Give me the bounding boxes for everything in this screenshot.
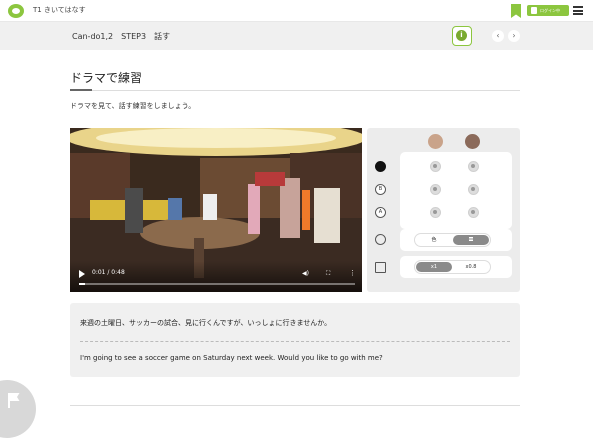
script-english: I'm going to see a soccer game on Saturd… [80,354,383,362]
video-player[interactable]: 0:01 / 0:48 ◀) ⛶ ⋮ [70,128,362,292]
more-options-icon[interactable]: ⋮ [349,269,356,277]
script-japanese: 来週の土曜日、サッカーの試合、見に行くんですが、いっしょに行きませんか。 [80,319,332,327]
bookmark-icon[interactable] [511,4,521,18]
timer-icon [375,234,386,245]
radio-b-b[interactable] [468,184,479,195]
avatar-speaker-a [428,134,443,149]
bottom-divider [70,405,520,406]
video-time: 0:01 / 0:48 [92,269,125,276]
speed-option-x1[interactable]: x1 [416,262,452,272]
subtitle-segment: 色 〓 [414,233,491,247]
radio-speaker-b[interactable] [468,161,479,172]
top-bar: T1 きいてはなす ログイン中 [0,0,593,22]
volume-icon[interactable]: ◀) [302,270,309,277]
play-icon[interactable] [79,270,85,278]
subtitle-toggle: 色 〓 [400,229,512,251]
next-button[interactable]: › [508,30,520,42]
flag-icon [8,393,20,408]
speed-option-x08[interactable]: x0.8 [453,262,489,272]
practice-panel: B A 色 〓 x1 x0.8 [367,128,520,292]
video-progress-bar[interactable] [79,283,355,285]
logo-icon[interactable] [8,4,24,18]
radio-a-b[interactable] [468,207,479,218]
breadcrumb: Can-do1,2 STEP3 話す [72,32,171,41]
info-button[interactable]: i [452,26,472,46]
user-button[interactable]: ログイン中 [527,5,569,16]
hamburger-menu-icon[interactable] [573,6,583,15]
fullscreen-icon[interactable]: ⛶ [326,270,330,278]
video-progress-fill [79,283,85,285]
instruction-text: ドラマを見て、話す練習をしましょう。 [70,102,196,110]
video-icon [375,262,386,273]
subtitle-option-1[interactable]: 色 [416,235,452,245]
role-selector [400,152,512,229]
page-title: ドラマで練習 [70,71,143,85]
b-icon: B [375,184,386,195]
speaker-icon [375,161,386,172]
breadcrumb-bar: Can-do1,2 STEP3 話す i ‹ › [0,22,593,50]
radio-speaker-a[interactable] [430,161,441,172]
script-divider [80,341,510,342]
app-title: T1 きいてはなす [33,6,86,14]
prev-button[interactable]: ‹ [492,30,504,42]
script-box: 来週の土曜日、サッカーの試合、見に行くんですが、いっしょに行きませんか。 I'm… [70,303,520,377]
flag-button[interactable] [0,380,36,438]
radio-a-a[interactable] [430,207,441,218]
speed-segment: x1 x0.8 [414,260,491,274]
a-icon: A [375,207,386,218]
speed-toggle: x1 x0.8 [400,256,512,278]
heading-divider [70,89,520,91]
avatar-speaker-b [465,134,480,149]
subtitle-option-2[interactable]: 〓 [453,235,489,245]
info-icon: i [456,30,467,41]
video-controls: 0:01 / 0:48 ◀) ⛶ ⋮ [70,261,362,292]
radio-b-a[interactable] [430,184,441,195]
